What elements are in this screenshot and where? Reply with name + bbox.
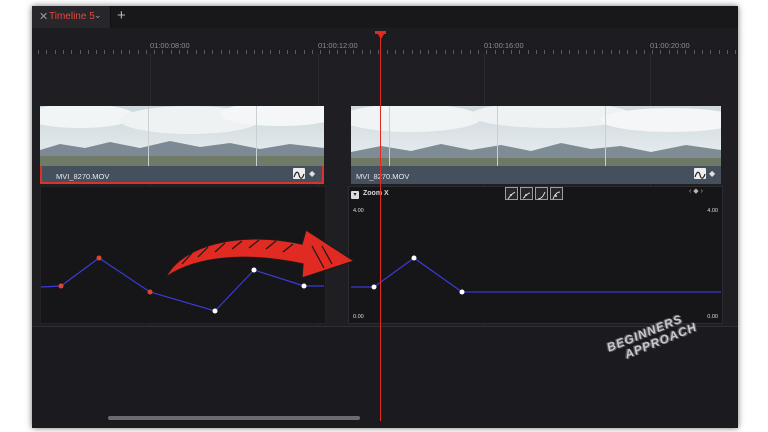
keyframe-point [147, 289, 153, 295]
keyframe-point [58, 283, 64, 289]
keyframe-point [459, 289, 465, 295]
keyframe-point [212, 308, 218, 314]
keyframe-point [96, 255, 102, 261]
playhead-line[interactable] [380, 31, 381, 421]
red-arrow-annotation [165, 229, 356, 279]
playhead-handle[interactable] [376, 31, 386, 39]
keyframe-point [301, 283, 307, 289]
keyframe-point [371, 284, 377, 290]
keyframe-point [251, 267, 257, 273]
keyframe-point [411, 255, 417, 261]
animation-curve-right [351, 257, 721, 293]
